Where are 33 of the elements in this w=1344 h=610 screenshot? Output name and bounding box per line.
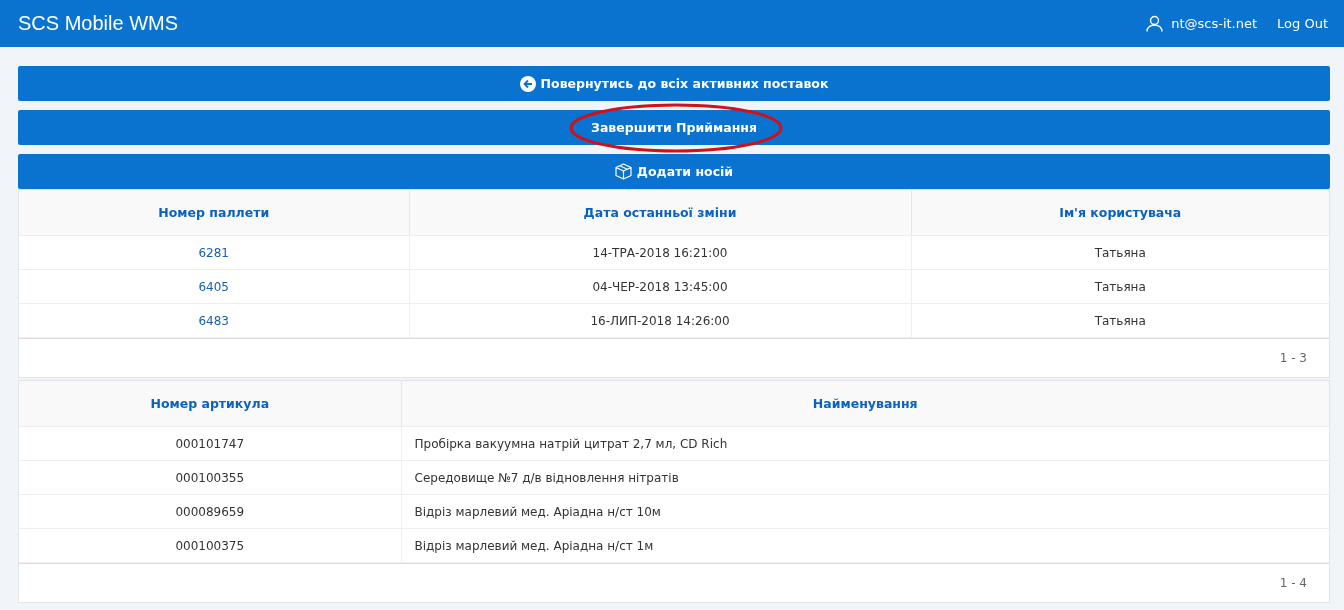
column-header[interactable]: Номер артикула	[19, 381, 401, 427]
table-cell: Татьяна	[911, 269, 1329, 304]
pallet-link[interactable]: 6405	[19, 269, 409, 304]
table-cell: Татьяна	[911, 235, 1329, 270]
table-cell: 000100375	[19, 528, 401, 563]
column-header[interactable]: Номер паллети	[19, 190, 409, 236]
pallet-link[interactable]: 6483	[19, 303, 409, 338]
column-header[interactable]: Ім'я користувача	[911, 190, 1329, 236]
column-header[interactable]: Дата останньої зміни	[409, 190, 911, 236]
table-cell: 16-ЛИП-2018 14:26:00	[409, 303, 911, 338]
user-icon	[1146, 15, 1164, 32]
table-cell: 04-ЧЕР-2018 13:45:00	[409, 269, 911, 304]
action-button[interactable]: Повернутись до всіх активних поставок	[18, 66, 1330, 101]
pager-range: 1 - 3	[1279, 351, 1307, 365]
action-button[interactable]: Завершити Приймання	[18, 110, 1330, 145]
table-cell: 000089659	[19, 494, 401, 529]
table-cell: 000100355	[19, 460, 401, 495]
user-email-link[interactable]: nt@scs-it.net	[1171, 16, 1258, 31]
pager-range: 1 - 4	[1279, 576, 1307, 590]
column-header[interactable]: Найменування	[401, 381, 1329, 427]
table-cell: 000101747	[19, 426, 401, 461]
action-button[interactable]: Додати носій	[18, 154, 1330, 189]
table-cell: Відріз марлевий мед. Аріадна н/ст 10м	[401, 494, 1329, 529]
table-cell: Татьяна	[911, 303, 1329, 338]
table-cell: Пробірка вакуумна натрій цитрат 2,7 мл, CD Rich	[401, 426, 1329, 461]
pallet-link[interactable]: 6281	[19, 235, 409, 270]
left-arrow-circle-icon	[519, 75, 536, 92]
table-cell: Відріз марлевий мед. Аріадна н/ст 1м	[401, 528, 1329, 563]
logout-link[interactable]: Log Out	[1277, 16, 1328, 31]
table-cell: Середовище №7 д/в відновлення нітратів	[401, 460, 1329, 495]
box-icon	[614, 163, 632, 180]
table-cell: 14-ТРА-2018 16:21:00	[409, 235, 911, 270]
app-title[interactable]: SCS Mobile WMS	[18, 12, 179, 35]
